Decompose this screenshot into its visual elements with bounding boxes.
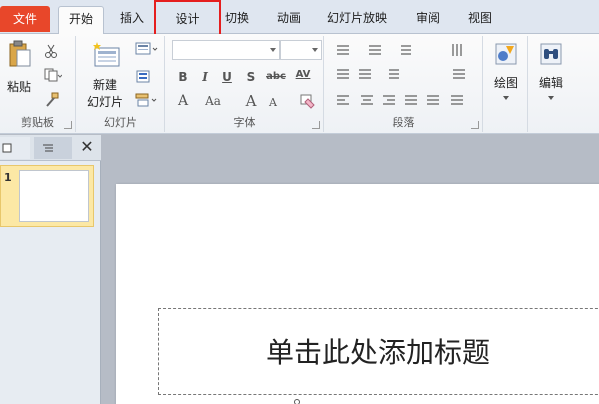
clear-format-icon[interactable] [298, 92, 316, 110]
section-icon[interactable] [135, 92, 159, 108]
slides-group: 新建 幻灯片 幻灯片 [77, 36, 165, 132]
tab-insert[interactable]: 插入 [114, 8, 150, 34]
title-placeholder[interactable]: 单击此处添加标题 [158, 308, 599, 395]
italic-button[interactable]: I [196, 68, 214, 86]
tab-outline[interactable] [34, 137, 72, 159]
ribbon: 粘贴 剪贴板 新建 幻灯片 幻灯片 B I U S abc AV A Aa A … [0, 34, 599, 134]
paragraph-group: 段落 [325, 36, 483, 132]
change-case-button[interactable]: Aa [202, 92, 224, 110]
shrink-font-button[interactable]: A [264, 94, 282, 112]
bold-button[interactable]: B [174, 68, 192, 86]
outline-tab-icon [43, 144, 53, 152]
slide-canvas[interactable]: 单击此处添加标题 [116, 184, 599, 404]
tab-file[interactable]: 文件 [0, 6, 50, 32]
drawing-label: 绘图 [493, 76, 518, 90]
copy-icon[interactable] [44, 68, 62, 82]
paste-button[interactable]: 粘贴 [4, 38, 34, 98]
slide-editor: 单击此处添加标题 [102, 135, 599, 404]
slides-tab-icon [2, 143, 12, 153]
editing-group: 编辑 [529, 36, 573, 132]
shapes-icon [495, 43, 517, 65]
editing-chevron-down-icon [548, 96, 554, 100]
clipboard-launcher-icon[interactable] [64, 121, 72, 129]
slide-thumbnail-selected[interactable] [0, 165, 94, 227]
new-slide-label-line1: 新建 [92, 78, 117, 92]
close-icon[interactable]: ✕ [78, 137, 96, 157]
ribbon-tab-bar: 文件 开始 插入 设计 切换 动画 幻灯片放映 审阅 视图 [0, 0, 599, 42]
paragraph-icons[interactable] [333, 40, 479, 112]
tab-transitions[interactable]: 切换 [222, 8, 252, 34]
resize-handle[interactable] [294, 399, 300, 404]
strikethrough-button[interactable]: abc [264, 68, 288, 86]
font-launcher-icon[interactable] [312, 121, 320, 129]
paragraph-launcher-icon[interactable] [471, 121, 479, 129]
tab-slides-thumbnails[interactable] [0, 137, 30, 159]
drawing-button[interactable]: 绘图 [488, 38, 524, 108]
tab-home[interactable]: 开始 [58, 6, 104, 35]
tab-review[interactable]: 审阅 [410, 8, 446, 34]
char-spacing-button[interactable]: AV [292, 66, 314, 84]
format-painter-icon[interactable] [44, 92, 60, 108]
layout-icon[interactable] [135, 42, 159, 56]
pane-tabs: ✕ [0, 135, 101, 161]
slide-number: 1 [4, 171, 12, 184]
font-group-label: 字体 [233, 116, 256, 129]
drawing-group: 绘图 [484, 36, 528, 132]
tab-animations[interactable]: 动画 [272, 8, 306, 34]
new-slide-label-line2: 幻灯片 [86, 95, 123, 109]
slides-group-label: 幻灯片 [104, 116, 137, 129]
font-name-chevron-down-icon [270, 48, 276, 52]
cut-icon[interactable] [44, 44, 58, 58]
editing-label: 编辑 [538, 76, 563, 90]
slide-thumbnail[interactable] [19, 170, 89, 222]
font-name-combo[interactable] [172, 40, 280, 60]
reset-icon[interactable] [135, 68, 151, 84]
slides-pane: ✕ 1 [0, 135, 101, 404]
editing-button[interactable]: 编辑 [533, 38, 569, 108]
font-size-combo[interactable] [280, 40, 322, 60]
clipboard-group: 粘贴 剪贴板 [0, 36, 76, 132]
new-slide-button[interactable]: 新建 幻灯片 [81, 38, 129, 109]
shadow-button[interactable]: S [242, 68, 260, 86]
font-size-chevron-down-icon [312, 48, 318, 52]
paste-label: 粘贴 [6, 80, 31, 94]
tab-view[interactable]: 视图 [462, 8, 498, 34]
paste-icon [9, 40, 31, 67]
font-group: B I U S abc AV A Aa A A 字体 [166, 36, 324, 132]
underline-button[interactable]: U [218, 68, 236, 86]
paragraph-group-label: 段落 [392, 116, 415, 129]
drawing-chevron-down-icon [503, 96, 509, 100]
new-slide-icon [93, 42, 120, 67]
font-color-button[interactable]: A [174, 92, 192, 110]
tab-slideshow[interactable]: 幻灯片放映 [322, 8, 392, 34]
grow-font-button[interactable]: A [242, 92, 260, 110]
title-placeholder-text: 单击此处添加标题 [265, 336, 490, 369]
binoculars-icon [540, 43, 562, 65]
